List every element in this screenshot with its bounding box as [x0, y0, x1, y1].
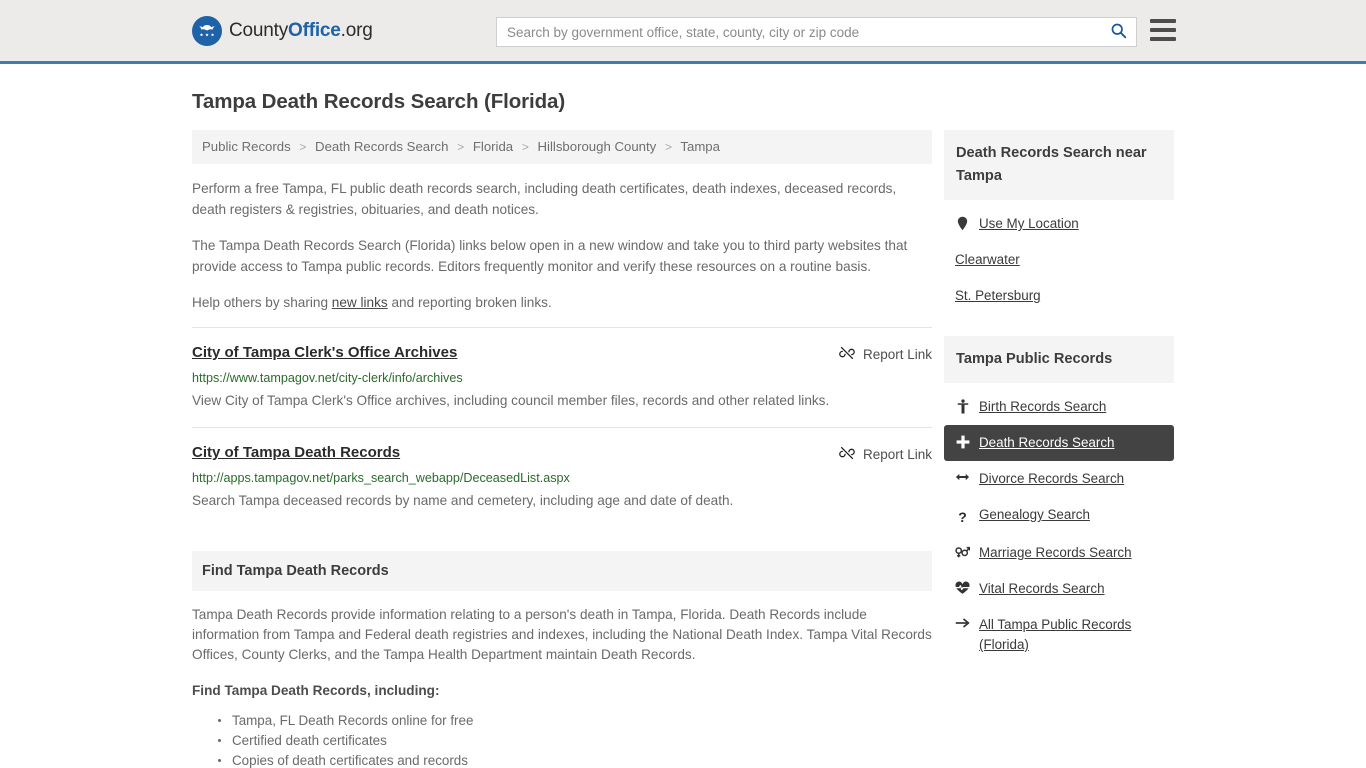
search-input[interactable]: [497, 24, 1100, 40]
sidebar-item-use-my-location[interactable]: Use My Location: [944, 206, 1174, 242]
report-link-label: Report Link: [862, 347, 932, 363]
result-description: Search Tampa deceased records by name an…: [192, 493, 734, 509]
sidebar-item-label: Divorce Records Search: [979, 471, 1125, 486]
breadcrumb-item-death-records-search[interactable]: Death Records Search: [315, 139, 448, 154]
sidebar-item-genealogy-search[interactable]: ? Genealogy Search: [944, 497, 1174, 535]
breadcrumb: Public Records > Death Records Search > …: [192, 130, 932, 164]
baby-icon: [955, 399, 970, 414]
help-suffix-text: and reporting broken links.: [387, 294, 552, 310]
list-item: Copies of death certificates and records: [218, 751, 932, 768]
arrow-right-icon: [955, 617, 970, 629]
intro-paragraph-2: The Tampa Death Records Search (Florida)…: [192, 237, 908, 275]
result-item: City of Tampa Clerk's Office Archives Re…: [192, 327, 932, 413]
sidebar-public-records-heading: Tampa Public Records: [944, 336, 1174, 383]
logo-text-county: County: [229, 19, 289, 41]
hamburger-bar: [1150, 28, 1176, 32]
breadcrumb-item-florida[interactable]: Florida: [473, 139, 513, 154]
sidebar-item-st-petersburg[interactable]: St. Petersburg: [944, 278, 1174, 314]
new-links-link[interactable]: new links: [332, 295, 388, 310]
breadcrumb-item-tampa[interactable]: Tampa: [680, 139, 720, 154]
logo-text-org: .org: [340, 19, 373, 41]
page-title: Tampa Death Records Search (Florida): [192, 90, 566, 113]
report-link-button[interactable]: Report Link: [839, 445, 932, 464]
sidebar-item-death-records-search[interactable]: Death Records Search: [944, 425, 1174, 461]
sidebar-near-heading: Death Records Search near Tampa: [944, 130, 1174, 200]
sidebar-item-vital-records-search[interactable]: Vital Records Search: [944, 571, 1174, 607]
hamburger-bar: [1150, 19, 1176, 23]
result-title-link[interactable]: City of Tampa Death Records: [192, 444, 400, 461]
report-link-label: Report Link: [862, 447, 932, 463]
find-section-list-heading: Find Tampa Death Records, including:: [192, 683, 440, 699]
result-item: City of Tampa Death Records Report Link …: [192, 427, 932, 513]
breadcrumb-separator: >: [521, 140, 529, 154]
page-container: Tampa Death Records Search (Florida) Pub…: [0, 90, 1366, 768]
breadcrumb-separator: >: [299, 140, 307, 154]
find-section-heading: Find Tampa Death Records: [192, 551, 932, 592]
broken-link-icon: [839, 345, 855, 364]
map-pin-icon: [955, 216, 970, 231]
sidebar-item-label: Use My Location: [979, 216, 1079, 231]
question-mark-icon: ?: [958, 509, 967, 525]
left-right-arrow-icon: [955, 471, 970, 483]
search-icon: [1110, 22, 1127, 42]
cross-plus-icon: [955, 435, 970, 449]
intro-paragraph-1: Perform a free Tampa, FL public death re…: [192, 180, 897, 218]
site-header: CountyOffice.org: [0, 0, 1366, 64]
sidebar-item-divorce-records-search[interactable]: Divorce Records Search: [944, 461, 1174, 497]
heartbeat-icon: [955, 581, 970, 595]
breadcrumb-item-hillsborough-county[interactable]: Hillsborough County: [538, 139, 657, 154]
sidebar-card-near-tampa: Death Records Search near Tampa Use My L…: [944, 130, 1174, 314]
breadcrumb-separator: >: [457, 140, 465, 154]
report-link-button[interactable]: Report Link: [839, 345, 932, 364]
sidebar-item-clearwater[interactable]: Clearwater: [944, 242, 1174, 278]
sidebar-item-label: Genealogy Search: [979, 507, 1090, 522]
find-section-paragraph: Tampa Death Records provide information …: [192, 607, 932, 663]
main-content: Public Records > Death Records Search > …: [192, 130, 932, 768]
sidebar-item-label: St. Petersburg: [955, 288, 1041, 303]
find-section-body: Tampa Death Records provide information …: [192, 605, 932, 768]
sidebar-item-label: Marriage Records Search: [979, 545, 1132, 560]
sidebar-item-all-tampa-public-records[interactable]: All Tampa Public Records (Florida): [944, 607, 1174, 663]
result-description: View City of Tampa Clerk's Office archiv…: [192, 393, 830, 409]
sidebar-card-public-records: Tampa Public Records Birth Records Searc…: [944, 336, 1174, 663]
logo-text-office: Office: [288, 19, 341, 41]
logo-wordmark: CountyOffice.org: [229, 20, 373, 42]
hamburger-menu-icon[interactable]: [1150, 19, 1176, 41]
sidebar-item-label: Vital Records Search: [979, 581, 1105, 596]
result-title-link[interactable]: City of Tampa Clerk's Office Archives: [192, 344, 457, 361]
search-button[interactable]: [1100, 18, 1136, 46]
breadcrumb-item-public-records[interactable]: Public Records: [202, 139, 291, 154]
breadcrumb-separator: >: [664, 140, 672, 154]
search-bar[interactable]: [496, 17, 1137, 47]
help-prefix-text: Help others by sharing: [192, 294, 332, 310]
sidebar-item-label: Birth Records Search: [979, 399, 1107, 414]
hamburger-bar: [1150, 37, 1176, 41]
eagle-shield-logo-icon: [192, 15, 222, 46]
sidebar-item-marriage-records-search[interactable]: Marriage Records Search: [944, 535, 1174, 571]
list-item: Tampa, FL Death Records online for free: [218, 711, 932, 731]
result-url: https://www.tampagov.net/city-clerk/info…: [192, 371, 463, 386]
sidebar: Death Records Search near Tampa Use My L…: [944, 130, 1174, 768]
site-logo[interactable]: CountyOffice.org: [192, 15, 373, 46]
sidebar-item-birth-records-search[interactable]: Birth Records Search: [944, 389, 1174, 425]
sidebar-item-label: All Tampa Public Records (Florida): [979, 617, 1132, 652]
help-share-paragraph: Help others by sharing new links and rep…: [192, 292, 932, 314]
find-section-bullet-list: Tampa, FL Death Records online for free …: [192, 711, 932, 768]
broken-link-icon: [839, 445, 855, 464]
result-url: http://apps.tampagov.net/parks_search_we…: [192, 471, 570, 486]
sidebar-item-label: Death Records Search: [979, 435, 1115, 450]
list-item: Certified death certificates: [218, 731, 932, 751]
venus-mars-icon: [955, 545, 970, 559]
sidebar-item-label: Clearwater: [955, 252, 1020, 267]
